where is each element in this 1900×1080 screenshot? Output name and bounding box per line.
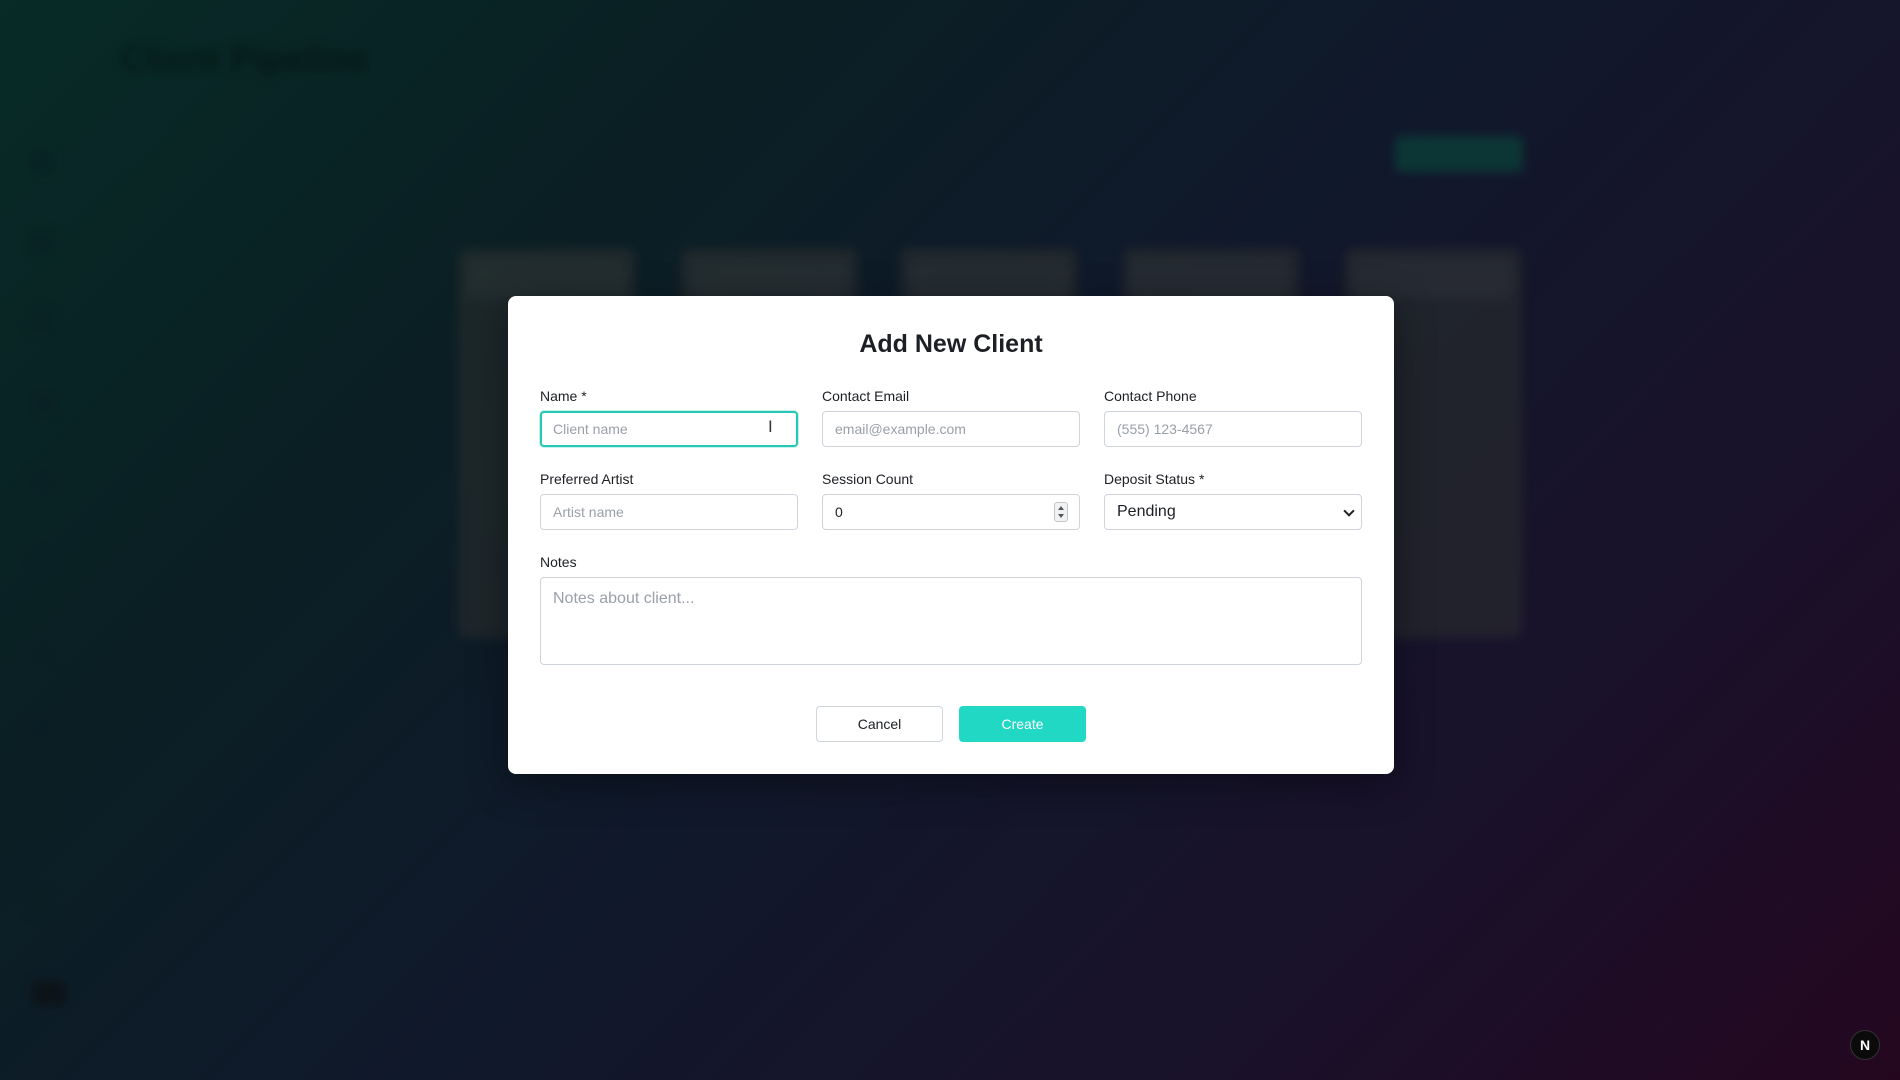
- add-client-dialog: Add New Client Name * Contact Email Cont…: [508, 296, 1394, 774]
- text-cursor-icon: I: [768, 417, 773, 436]
- deposit-status-value: Pending: [1117, 503, 1176, 520]
- phone-input[interactable]: [1104, 411, 1362, 447]
- notes-label: Notes: [540, 554, 577, 570]
- chevron-down-icon: [1343, 505, 1355, 517]
- session-count-label: Session Count: [822, 471, 914, 487]
- deposit-status-select[interactable]: Pending: [1104, 494, 1362, 530]
- session-count-stepper[interactable]: [1054, 502, 1068, 522]
- create-button[interactable]: Create: [959, 706, 1086, 742]
- session-count-input[interactable]: [822, 494, 1080, 530]
- notes-textarea[interactable]: [540, 577, 1362, 665]
- phone-label: Contact Phone: [1104, 388, 1197, 404]
- email-field-group: Contact Email: [822, 388, 1080, 447]
- deposit-status-field-group: Deposit Status * Pending: [1104, 471, 1362, 530]
- stepper-down-icon[interactable]: [1058, 514, 1064, 518]
- stepper-up-icon[interactable]: [1058, 506, 1064, 510]
- artist-label: Preferred Artist: [540, 471, 634, 487]
- name-field-group: Name *: [540, 388, 798, 447]
- artist-field-group: Preferred Artist: [540, 471, 798, 530]
- name-input[interactable]: [540, 411, 798, 447]
- name-label: Name *: [540, 388, 587, 404]
- deposit-status-label: Deposit Status *: [1104, 471, 1205, 487]
- session-count-field-group: Session Count: [822, 471, 1080, 530]
- notes-field-group: Notes: [540, 554, 1362, 665]
- email-input[interactable]: [822, 411, 1080, 447]
- email-label: Contact Email: [822, 388, 910, 404]
- nextjs-badge[interactable]: N: [1850, 1030, 1880, 1060]
- dialog-title: Add New Client: [859, 330, 1043, 358]
- phone-field-group: Contact Phone: [1104, 388, 1362, 447]
- cancel-button[interactable]: Cancel: [816, 706, 943, 742]
- artist-input[interactable]: [540, 494, 798, 530]
